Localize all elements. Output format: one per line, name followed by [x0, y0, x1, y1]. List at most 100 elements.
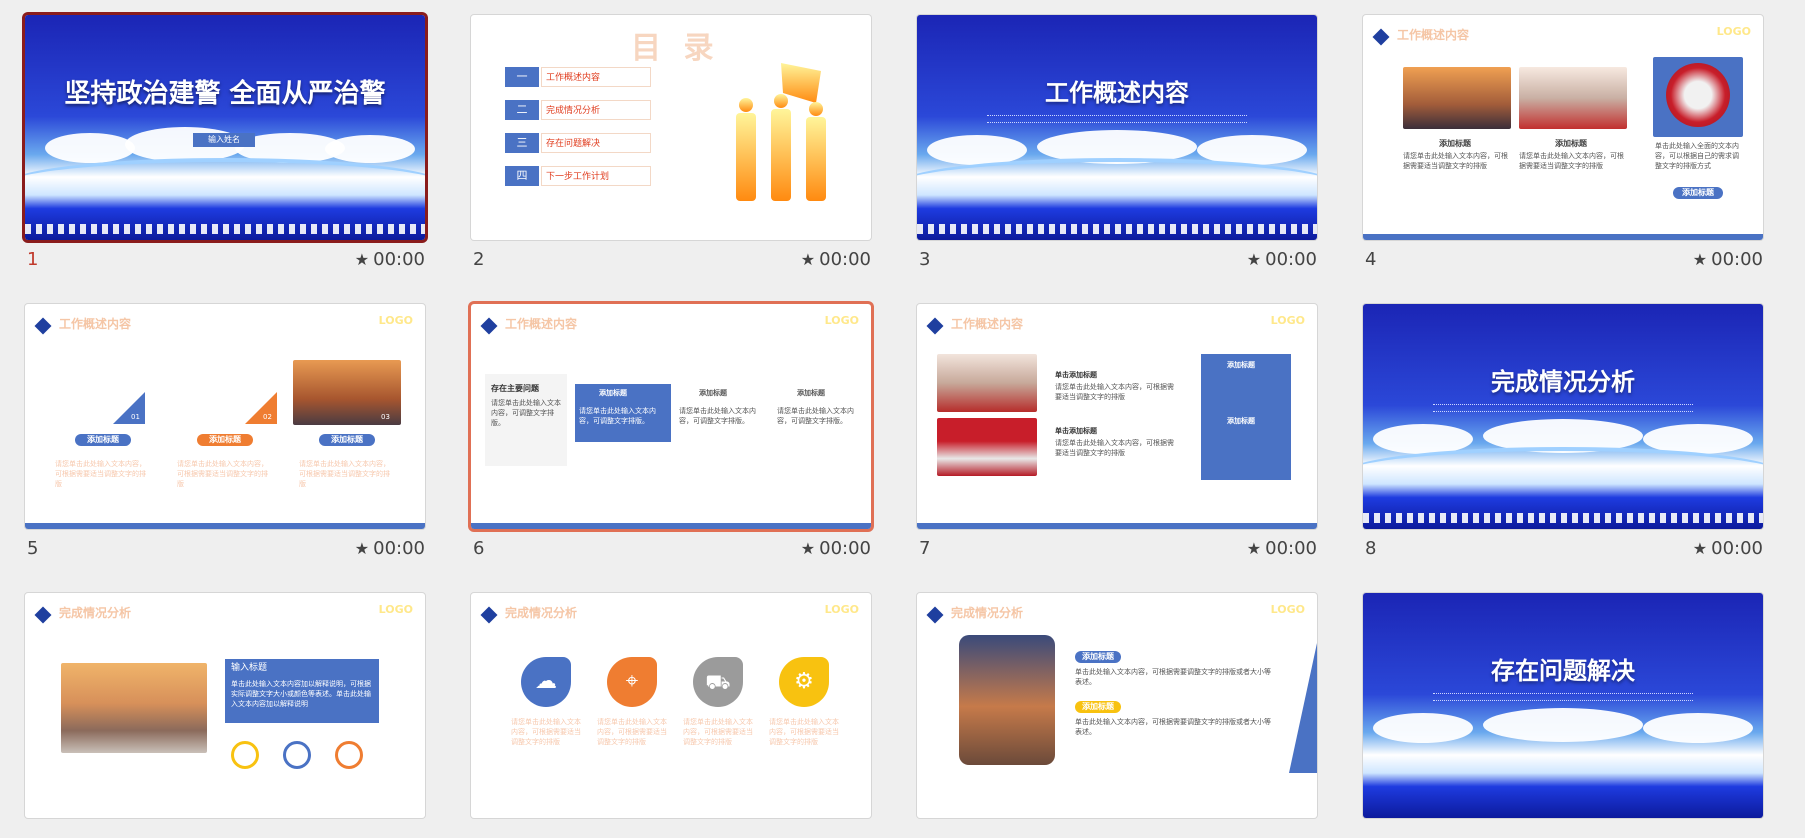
tag-number: 01 [131, 413, 140, 421]
body-text: 单击此处输入文本内容，可根据需要调整文字的排版或者大小等表述。 [1075, 668, 1271, 686]
slide-timing: ★ 00:00 [354, 249, 425, 270]
slide-preview[interactable]: 工作概述内容 LOGO 01 02 03 添加标题 添加标题 添加标题 请您单击… [25, 304, 425, 529]
slide-title: 完成情况分析 [1491, 368, 1635, 396]
slide-preview[interactable]: 工作概述内容 [917, 15, 1317, 240]
slide-timing: ★ 00:00 [800, 538, 871, 559]
corner-shape [1289, 643, 1317, 773]
meeting-photo [937, 354, 1037, 412]
great-wall-photo [61, 663, 207, 753]
body-text: 请您单击此处输入文本内容，可根据需要适当调整文字的排版 [769, 718, 839, 746]
panel-title: 存在主要问题 [491, 384, 539, 393]
slide-thumbnail-8[interactable]: 完成情况分析 8 ★ 00:00 [1363, 304, 1763, 559]
body-text: 请您单击此处输入文本内容，可根据需要适当调整文字的排版 [1403, 152, 1508, 170]
sky-background [25, 15, 425, 240]
soldiers-silhouette-icon [736, 63, 826, 201]
toc-item: 完成情况分析 [541, 100, 651, 120]
slide-preview[interactable]: 工作概述内容 LOGO 添加标题 添加标题 请您单击此处输入文本内容，可根据需要… [1363, 15, 1763, 240]
triangle-tag [113, 392, 145, 424]
pin-icon: ⌖ [607, 657, 657, 707]
body-text: 请您单击此处输入文本内容，可根据需要适当调整文字的排版 [511, 718, 581, 746]
slide-header: 工作概述内容 [951, 317, 1024, 331]
slide-number: 4 [1365, 249, 1377, 270]
slide-preview[interactable]: 完成情况分析 LOGO 添加标题 单击此处输入文本内容，可根据需要调整文字的排版… [917, 593, 1317, 818]
slide-thumbnail-12[interactable]: 存在问题解决 [1363, 593, 1763, 838]
slide-thumbnail-1[interactable]: 坚持政治建警 全面从严治警 输入姓名 1 ★ 00:00 [25, 15, 425, 270]
slide-number: 8 [1365, 538, 1377, 559]
slide-number: 7 [919, 538, 931, 559]
slide-thumbnail-7[interactable]: 工作概述内容 LOGO 单击添加标题 请您单击此处输入文本内容，可根据需要适当调… [917, 304, 1317, 559]
bottom-bar [1363, 234, 1763, 240]
slide-preview[interactable]: 完成情况分析 LOGO 输入标题 单击此处输入文本内容加以解释说明，可根据实际调… [25, 593, 425, 818]
sky-background [917, 15, 1317, 240]
slide-preview[interactable]: 目 录 一 工作概述内容 二 完成情况分析 三 存在问题解决 四 下一步工作计划 [471, 15, 871, 240]
slide-title: 工作概述内容 [1045, 79, 1189, 107]
slide-thumbnail-9[interactable]: 完成情况分析 LOGO 输入标题 单击此处输入文本内容加以解释说明，可根据实际调… [25, 593, 425, 838]
slide-number: 5 [27, 538, 39, 559]
star-icon: ★ [1246, 539, 1262, 558]
body-text: 请您单击此处输入文本内容，可根据需要适当调整文字的排版 [55, 460, 146, 488]
slide-thumbnail-5[interactable]: 工作概述内容 LOGO 01 02 03 添加标题 添加标题 添加标题 请您单击… [25, 304, 425, 559]
title-pill: 添加标题 [197, 434, 253, 446]
body-text: 请您单击此处输入文本内容，可根据需要适当调整文字的排版 [1055, 439, 1174, 457]
slide-preview[interactable]: 工作概述内容 LOGO 存在主要问题 请您单击此处输入文本内容，可调整文字排版。… [471, 304, 871, 529]
slide-number: 2 [473, 249, 485, 270]
auditorium-photo [937, 418, 1037, 476]
name-label: 输入姓名 [193, 133, 255, 147]
slide-preview[interactable]: 完成情况分析 LOGO ☁ ⌖ ⛟ ⚙ 请您单击此处输入文本内容，可根据需要适当… [471, 593, 871, 818]
toc-number: 四 [505, 166, 539, 186]
slide-preview[interactable]: 工作概述内容 LOGO 单击添加标题 请您单击此处输入文本内容，可根据需要适当调… [917, 304, 1317, 529]
body-text: 请您单击此处输入文本内容，可调整文字排版。 [679, 407, 756, 425]
slide-header: 完成情况分析 [59, 606, 132, 620]
cart-icon: ⛟ [693, 657, 743, 707]
slide-thumbnail-10[interactable]: 完成情况分析 LOGO ☁ ⌖ ⛟ ⚙ 请您单击此处输入文本内容，可根据需要适当… [471, 593, 871, 838]
slide-timing: ★ 00:00 [1246, 538, 1317, 559]
slide-thumbnail-11[interactable]: 完成情况分析 LOGO 添加标题 单击此处输入文本内容，可根据需要调整文字的排版… [917, 593, 1317, 838]
toc-item: 工作概述内容 [541, 67, 651, 87]
body-text: 请您单击此处输入文本内容，可调整文字排版。 [777, 407, 854, 425]
slide-thumbnail-3[interactable]: 工作概述内容 3 ★ 00:00 [917, 15, 1317, 270]
card-title: 添加标题 [699, 389, 727, 397]
logo-text: LOGO [1270, 603, 1305, 616]
card-title: 添加标题 [599, 389, 627, 397]
meeting-photo [1519, 67, 1627, 129]
slide-timing: ★ 00:00 [1246, 249, 1317, 270]
progress-ring [283, 741, 311, 769]
body-text: 请您单击此处输入文本内容，可根据需要适当调整文字的排版 [1055, 383, 1174, 401]
triangle-tag [245, 392, 277, 424]
tag-number: 03 [381, 413, 390, 421]
bottom-bar [25, 523, 425, 529]
caption: 添加标题 [1555, 139, 1587, 148]
body-text: 请您单击此处输入文本内容，可根据需要适当调整文字的排版 [299, 460, 390, 488]
star-icon: ★ [1692, 250, 1708, 269]
slide-thumbnail-2[interactable]: 目 录 一 工作概述内容 二 完成情况分析 三 存在问题解决 四 下一步工作计划… [471, 15, 871, 270]
slide-thumbnail-4[interactable]: 工作概述内容 LOGO 添加标题 添加标题 请您单击此处输入文本内容，可根据需要… [1363, 15, 1763, 270]
body-text: 请您单击此处输入文本内容，可调整文字排版。 [579, 407, 656, 425]
slide-preview[interactable]: 存在问题解决 [1363, 593, 1763, 818]
logo-text: LOGO [1716, 25, 1751, 38]
sky-background [1363, 593, 1763, 818]
side-text: 单击此处输入全面的文本内容，可以根据自己的需求调整文字的排版方式 [1655, 142, 1739, 170]
slide-thumbnail-6[interactable]: 工作概述内容 LOGO 存在主要问题 请您单击此处输入文本内容，可调整文字排版。… [471, 304, 871, 559]
slide-title: 坚持政治建警 全面从严治警 [64, 79, 386, 109]
item-title: 单击添加标题 [1055, 427, 1097, 435]
body-text: 请您单击此处输入文本内容，可根据需要适当调整文字的排版 [177, 460, 268, 488]
title-pill: 添加标题 [1075, 701, 1121, 713]
toc-item: 下一步工作计划 [541, 166, 651, 186]
slide-preview[interactable]: 坚持政治建警 全面从严治警 输入姓名 [25, 15, 425, 240]
toc-item: 存在问题解决 [541, 133, 651, 153]
slide-timing: ★ 00:00 [354, 538, 425, 559]
bottom-bar [471, 523, 871, 529]
slide-header: 工作概述内容 [59, 317, 132, 331]
body-text: 请您单击此处输入文本内容，可调整文字排版。 [491, 399, 561, 427]
star-icon: ★ [354, 539, 370, 558]
card-text: 单击此处输入文本内容加以解释说明，可根据实际调整文字大小或颜色等表述。单击此处输… [231, 680, 371, 708]
card-title: 添加标题 [1227, 417, 1255, 425]
slide-preview[interactable]: 完成情况分析 [1363, 304, 1763, 529]
logo-text: LOGO [824, 603, 859, 616]
star-icon: ★ [800, 539, 816, 558]
logo-text: LOGO [378, 603, 413, 616]
logo-diamond-icon [926, 317, 944, 335]
logo-text: LOGO [824, 314, 859, 327]
toc-title: 目 录 [631, 31, 720, 66]
slide-header: 完成情况分析 [505, 606, 578, 620]
